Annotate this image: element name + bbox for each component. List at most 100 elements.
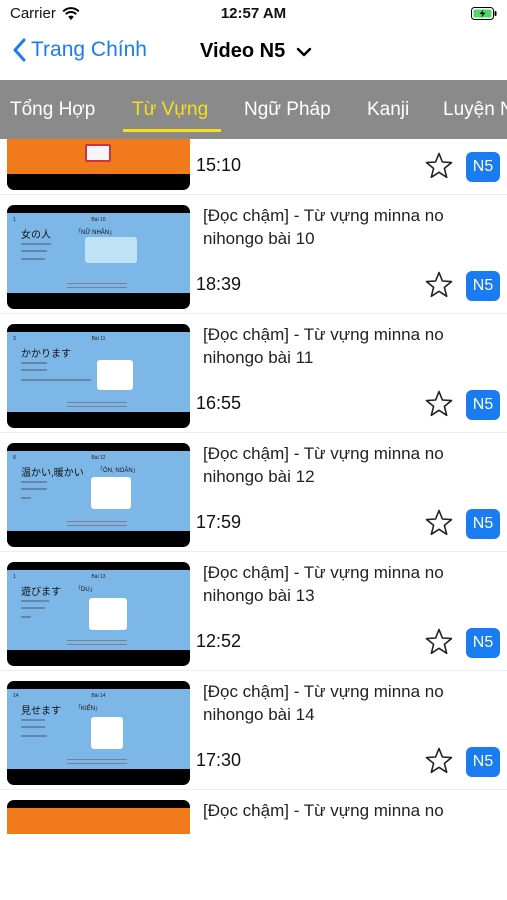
slide-text-line <box>21 369 47 371</box>
thumbnail-screen: 8 Bài 12 温かい,暖かい 「ÔN, NOÃN」 <box>7 451 190 531</box>
slide-footer-line <box>67 640 127 641</box>
slide-text-line <box>21 258 45 260</box>
slide-text-line <box>21 250 47 252</box>
video-row[interactable]: 8 Bài 12 温かい,暖かい 「ÔN, NOÃN」 [Đọc chậm] -… <box>0 433 507 552</box>
back-button[interactable]: Trang Chính <box>12 38 147 62</box>
slide-text-line <box>21 243 51 245</box>
back-button-label: Trang Chính <box>31 38 147 61</box>
video-thumbnail[interactable]: 1 Bài 10 女の人 「NỮ NHÂN」 <box>7 205 190 309</box>
slide-text-line <box>21 362 47 364</box>
video-row[interactable]: [Đọc chậm] - Từ vựng minna no <box>0 790 507 834</box>
video-row[interactable]: 3 Bài 11 かかります [Đọc chậm] - Từ vựng minn… <box>0 314 507 433</box>
video-title[interactable]: [Đọc chậm] - Từ vựng minna no nihongo bà… <box>203 680 493 726</box>
slide-word: 女の人 <box>21 230 51 241</box>
slide-meaning: 「KIẾN」 <box>75 706 102 712</box>
active-tab-indicator <box>123 129 221 132</box>
slide-footer-line <box>67 287 127 288</box>
status-bar: Carrier 12:57 AM <box>0 0 507 28</box>
slide-lesson: Bài 12 <box>91 455 106 461</box>
level-badge[interactable]: N5 <box>466 628 500 658</box>
video-duration: 15:10 <box>196 155 242 175</box>
illustration-image <box>97 360 133 390</box>
video-row[interactable]: 1 Bài 10 女の人 「NỮ NHÂN」 [Đọc chậm] - Từ v… <box>0 195 507 314</box>
video-thumbnail[interactable] <box>7 800 190 834</box>
video-thumbnail[interactable] <box>7 139 190 190</box>
slide-text-line <box>21 607 45 609</box>
video-duration: 17:59 <box>196 512 242 532</box>
thumbnail-screen: 14 Bài 14 見せます 「KIẾN」 <box>7 689 190 769</box>
illustration-image <box>91 717 123 749</box>
slide-lesson: Bài 14 <box>91 693 106 699</box>
level-badge[interactable]: N5 <box>466 509 500 539</box>
video-row[interactable]: 15:10 N5 <box>0 139 507 195</box>
video-thumbnail[interactable]: 3 Bài 11 かかります <box>7 324 190 428</box>
video-duration: 17:30 <box>196 750 242 770</box>
status-time: 12:57 AM <box>220 5 287 22</box>
video-title[interactable]: [Đọc chậm] - Từ vựng minna no <box>203 799 493 822</box>
video-duration: 18:39 <box>196 274 242 294</box>
thumbnail-screen <box>7 808 190 834</box>
slide-text-line <box>21 488 47 490</box>
slide-word: 遊びます <box>21 587 61 598</box>
level-badge[interactable]: N5 <box>466 390 500 420</box>
slide-text-line <box>21 481 47 483</box>
level-selector[interactable]: Video N5 <box>200 40 312 63</box>
slide-lesson: Bài 13 <box>91 574 106 580</box>
slide-footer-line <box>67 525 127 526</box>
video-duration: 16:55 <box>196 393 242 413</box>
navigation-bar: Trang Chính Video N5 <box>0 28 507 80</box>
video-thumbnail[interactable]: 14 Bài 14 見せます 「KIẾN」 <box>7 681 190 785</box>
star-icon[interactable] <box>424 151 454 181</box>
slide-text-line <box>21 726 45 728</box>
video-row[interactable]: 1 Bài 13 遊びます 「DU」 [Đọc chậm] - Từ vựng … <box>0 552 507 671</box>
tab-ngu-phap[interactable]: Ngữ Pháp <box>244 80 331 139</box>
star-icon[interactable] <box>424 389 454 419</box>
video-title[interactable]: [Đọc chậm] - Từ vựng minna no nihongo bà… <box>203 204 493 250</box>
tab-luyen[interactable]: Luyện N <box>443 80 507 139</box>
illustration-image <box>89 598 127 630</box>
slide-footer-line <box>67 402 127 403</box>
star-icon[interactable] <box>424 627 454 657</box>
slide-text-line <box>21 379 91 381</box>
slide-meaning: 「ÔN, NOÃN」 <box>97 468 139 474</box>
star-icon[interactable] <box>424 270 454 300</box>
star-icon[interactable] <box>424 508 454 538</box>
thumbnail-screen: 1 Bài 13 遊びます 「DU」 <box>7 570 190 650</box>
category-tab-bar: Tổng Hợp Từ Vựng Ngữ Pháp Kanji Luyện N <box>0 80 507 139</box>
slide-word: 見せます <box>21 706 61 717</box>
thumbnail-screen <box>7 139 190 174</box>
slide-footer-line <box>67 759 127 760</box>
illustration-image <box>85 237 137 263</box>
video-thumbnail[interactable]: 8 Bài 12 温かい,暖かい 「ÔN, NOÃN」 <box>7 443 190 547</box>
video-thumbnail[interactable]: 1 Bài 13 遊びます 「DU」 <box>7 562 190 666</box>
level-badge[interactable]: N5 <box>466 152 500 182</box>
chevron-down-icon <box>297 47 312 56</box>
slide-word: 温かい,暖かい <box>21 468 84 479</box>
slide-meaning: 「DU」 <box>75 587 96 593</box>
slide-footer-line <box>67 521 127 522</box>
tab-kanji[interactable]: Kanji <box>367 80 409 139</box>
video-title[interactable]: [Đọc chậm] - Từ vựng minna no nihongo bà… <box>203 442 493 488</box>
tab-tong-hop[interactable]: Tổng Hợp <box>10 80 95 139</box>
thumbnail-screen: 3 Bài 11 かかります <box>7 332 190 412</box>
slide-word: かかります <box>21 349 71 360</box>
page-title: Video N5 <box>200 40 286 62</box>
book-icon <box>85 144 111 162</box>
video-title[interactable]: [Đọc chậm] - Từ vựng minna no nihongo bà… <box>203 561 493 607</box>
battery-charging-icon <box>471 7 497 20</box>
video-duration: 12:52 <box>196 631 242 651</box>
star-icon[interactable] <box>424 746 454 776</box>
video-row[interactable]: 14 Bài 14 見せます 「KIẾN」 [Đọc chậm] - Từ vự… <box>0 671 507 790</box>
video-title[interactable]: [Đọc chậm] - Từ vựng minna no nihongo bà… <box>203 323 493 369</box>
illustration-image <box>91 477 131 509</box>
slide-meaning: 「NỮ NHÂN」 <box>75 230 116 236</box>
slide-lesson: Bài 11 <box>91 336 106 342</box>
slide-footer-line <box>67 763 127 764</box>
slide-footer-line <box>67 644 127 645</box>
slide-text-line <box>21 719 45 721</box>
slide-text-line <box>21 497 31 499</box>
level-badge[interactable]: N5 <box>466 271 500 301</box>
video-list[interactable]: 15:10 N5 1 Bài 10 女の人 「NỮ NHÂN」 [Đọc chậ… <box>0 139 507 834</box>
level-badge[interactable]: N5 <box>466 747 500 777</box>
slide-footer-line <box>67 283 127 284</box>
